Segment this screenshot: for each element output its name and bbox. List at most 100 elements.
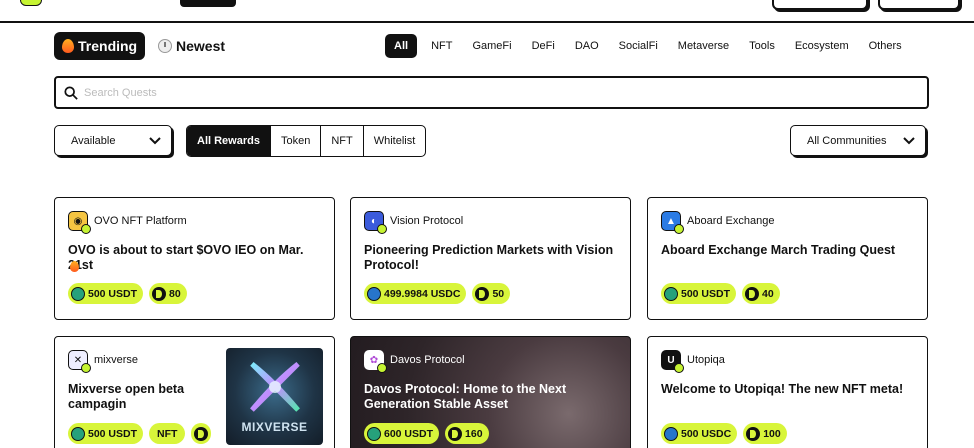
verified-icon [377, 363, 387, 373]
communities-select[interactable]: All Communities [790, 125, 926, 156]
reward-amount: 500 USDC [681, 427, 732, 440]
reward-points: 50 [492, 287, 505, 300]
reward-points: 100 [763, 427, 781, 440]
category-gamefi[interactable]: GameFi [462, 34, 521, 58]
tab-trending-label: Trending [78, 38, 138, 54]
reward-points: 40 [762, 287, 774, 300]
category-ecosystem[interactable]: Ecosystem [785, 34, 859, 58]
category-nft[interactable]: NFT [421, 34, 462, 58]
verified-icon [377, 224, 387, 234]
category-tools[interactable]: Tools [739, 34, 785, 58]
thumbnail-text: MIXVERSE [241, 420, 308, 434]
community-avatar: ✿ [364, 350, 387, 373]
chevron-down-icon [149, 136, 161, 144]
points-icon [745, 286, 760, 301]
category-dao[interactable]: DAO [565, 34, 609, 58]
search-input[interactable] [84, 86, 904, 99]
community-name: Aboard Exchange [687, 215, 775, 227]
logo-icon[interactable] [20, 0, 42, 6]
reward-pill-points: 50 [472, 283, 511, 304]
reward-all[interactable]: All Rewards [187, 126, 271, 156]
community-avatar: ◉ [68, 211, 91, 234]
reward-token[interactable]: Token [271, 126, 322, 156]
category-filter: All NFT GameFi DeFi DAO SocialFi Metaver… [385, 34, 912, 58]
quest-card[interactable]: ◐ Vision Protocol Pioneering Prediction … [350, 197, 631, 320]
usdt-icon [71, 426, 85, 441]
header-button[interactable] [772, 0, 868, 10]
reward-pill-token: 500 USDT [661, 283, 737, 304]
category-all[interactable]: All [385, 34, 418, 58]
reward-amount: 500 USDT [681, 287, 731, 300]
community-name: mixverse [94, 354, 139, 366]
reward-amount: 499.9984 USDC [384, 287, 461, 300]
reward-pill-token: 600 USDT [364, 423, 440, 444]
points-icon [746, 426, 761, 441]
flame-icon [62, 39, 74, 53]
quest-thumbnail: MIXVERSE [226, 348, 323, 445]
quest-card[interactable]: ✿ Davos Protocol Davos Protocol: Home to… [350, 336, 631, 448]
mixverse-logo-icon [250, 362, 300, 412]
category-others[interactable]: Others [859, 34, 912, 58]
search-icon [64, 85, 78, 100]
quest-title: Pioneering Prediction Markets with Visio… [364, 243, 614, 272]
chevron-down-icon [903, 136, 915, 144]
community-name: Davos Protocol [390, 354, 465, 366]
communities-value: All Communities [807, 134, 887, 147]
verified-icon [674, 224, 684, 234]
reward-type-filter: All Rewards Token NFT Whitelist [186, 125, 427, 157]
header-button[interactable] [878, 0, 960, 10]
reward-pill-token: 500 USDT [68, 423, 144, 444]
flame-icon [70, 261, 79, 272]
community-name: Vision Protocol [390, 215, 464, 227]
points-icon [475, 286, 490, 301]
card-community: ✿ Davos Protocol [364, 350, 465, 373]
usdt-icon [664, 286, 678, 301]
card-community: ◉ OVO NFT Platform [68, 211, 187, 234]
community-name: Utopiqa [687, 354, 725, 366]
reward-pill-token: 499.9984 USDC [364, 283, 467, 304]
quest-title: Mixverse open beta campagin [68, 382, 185, 411]
usdt-icon [71, 286, 85, 301]
reward-pill-nft: NFT [149, 423, 186, 444]
card-community: ◐ Vision Protocol [364, 211, 464, 234]
availability-value: Available [71, 134, 116, 147]
quest-title: Davos Protocol: Home to the Next Generat… [364, 382, 567, 411]
community-avatar: ▲ [661, 211, 684, 234]
quest-card[interactable]: U Utopiqa Welcome to Utopiqa! The new NF… [647, 336, 928, 448]
usdt-icon [367, 426, 381, 441]
tab-newest-label: Newest [176, 38, 226, 54]
availability-select[interactable]: Available [54, 125, 172, 156]
card-community: U Utopiqa [661, 350, 725, 373]
community-avatar: ◐ [364, 211, 387, 234]
reward-pills: 500 USDT 40 [661, 283, 780, 304]
category-metaverse[interactable]: Metaverse [668, 34, 739, 58]
reward-pills: 600 USDT 160 [364, 423, 489, 444]
tab-trending[interactable]: Trending [54, 32, 145, 60]
quest-title: Welcome to Utopiqa! The new NFT meta! [661, 382, 904, 396]
points-icon [194, 426, 209, 441]
usdc-icon [664, 426, 678, 441]
tab-newest[interactable]: Newest [158, 32, 225, 60]
reward-whitelist[interactable]: Whitelist [364, 126, 426, 156]
points-icon [152, 286, 167, 301]
quest-card[interactable]: ▲ Aboard Exchange Aboard Exchange March … [647, 197, 928, 320]
reward-pills: 499.9984 USDC 50 [364, 283, 511, 304]
clock-icon [158, 39, 172, 53]
reward-amount: 500 USDT [88, 287, 138, 300]
quest-title: Aboard Exchange March Trading Quest [661, 243, 896, 257]
reward-amount: 600 USDT [384, 427, 434, 440]
reward-pill-token: 500 USDC [661, 423, 738, 444]
reward-amount: 500 USDT [88, 427, 138, 440]
top-navbar [0, 0, 974, 23]
community-avatar: ✕ [68, 350, 91, 373]
reward-pill-points: 100 [743, 423, 787, 444]
quest-title: OVO is about to start $OVO IEO on Mar. 2… [68, 243, 304, 272]
reward-pill-points [191, 423, 212, 444]
category-socialfi[interactable]: SocialFi [609, 34, 668, 58]
reward-nft[interactable]: NFT [321, 126, 364, 156]
category-defi[interactable]: DeFi [522, 34, 565, 58]
quest-card[interactable]: ◉ OVO NFT Platform OVO is about to start… [54, 197, 335, 320]
nav-item-active[interactable] [180, 0, 236, 7]
quest-card[interactable]: ✕ mixverse Mixverse open beta campagin 5… [54, 336, 335, 448]
search-bar [54, 76, 929, 109]
